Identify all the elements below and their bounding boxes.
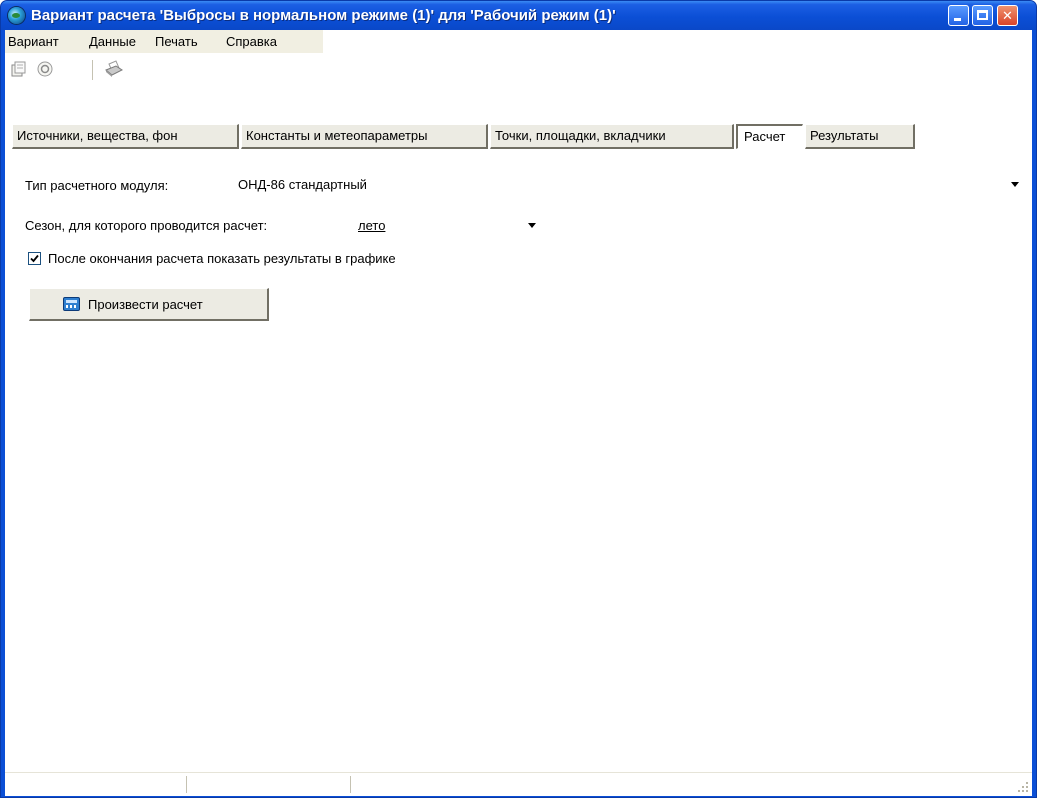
minimize-button[interactable] — [948, 5, 969, 26]
tab-calculation[interactable]: Расчет — [736, 124, 803, 149]
season-select[interactable]: лето — [354, 216, 542, 236]
chevron-down-icon — [528, 223, 536, 228]
minimize-icon — [954, 18, 961, 21]
globe-icon — [8, 7, 25, 24]
run-calculation-label: Произвести расчет — [88, 297, 203, 312]
season-label: Сезон, для которого проводится расчет: — [25, 218, 268, 233]
module-type-value: ОНД-86 стандартный — [238, 177, 367, 192]
module-type-label: Тип расчетного модуля: — [25, 178, 169, 193]
menu-bar: Вариант Данные Печать Справка — [5, 30, 1032, 53]
status-bar — [5, 772, 1032, 796]
show-results-label: После окончания расчета показать результ… — [48, 251, 396, 266]
close-button[interactable]: ✕ — [997, 5, 1018, 26]
window-title: Вариант расчета 'Выбросы в нормальном ре… — [31, 7, 616, 24]
run-icon[interactable] — [36, 60, 54, 78]
status-panel — [5, 776, 187, 793]
tab-constants[interactable]: Константы и метеопараметры — [241, 124, 488, 149]
resize-grip-icon[interactable] — [1017, 781, 1029, 793]
toolbar-separator — [92, 60, 93, 80]
run-calculation-button[interactable]: Произвести расчет — [29, 288, 269, 321]
maximize-button[interactable] — [972, 5, 993, 26]
app-window: Вариант расчета 'Выбросы в нормальном ре… — [0, 0, 1037, 798]
menu-item-print[interactable]: Печать — [155, 34, 198, 49]
status-panel — [187, 776, 351, 793]
maximize-icon — [977, 10, 988, 20]
calculator-icon — [63, 297, 80, 311]
chevron-down-icon — [1011, 182, 1019, 187]
open-icon[interactable] — [10, 60, 28, 78]
show-results-checkbox[interactable] — [28, 252, 41, 265]
check-icon — [30, 254, 39, 263]
client-area: Вариант Данные Печать Справка Источники,… — [5, 30, 1032, 796]
print-icon[interactable] — [105, 60, 123, 78]
title-bar[interactable]: Вариант расчета 'Выбросы в нормальном ре… — [1, 1, 1036, 30]
close-icon: ✕ — [1002, 8, 1013, 23]
menu-item-data[interactable]: Данные — [89, 34, 136, 49]
module-type-select[interactable]: ОНД-86 стандартный — [234, 175, 1025, 195]
tab-sources[interactable]: Источники, вещества, фон — [12, 124, 239, 149]
season-value: лето — [358, 218, 386, 233]
menu-item-variant[interactable]: Вариант — [8, 34, 59, 49]
tab-points[interactable]: Точки, площадки, вкладчики — [490, 124, 734, 149]
tab-results[interactable]: Результаты — [805, 124, 915, 149]
menu-item-help[interactable]: Справка — [226, 34, 277, 49]
toolbar — [5, 55, 1032, 83]
